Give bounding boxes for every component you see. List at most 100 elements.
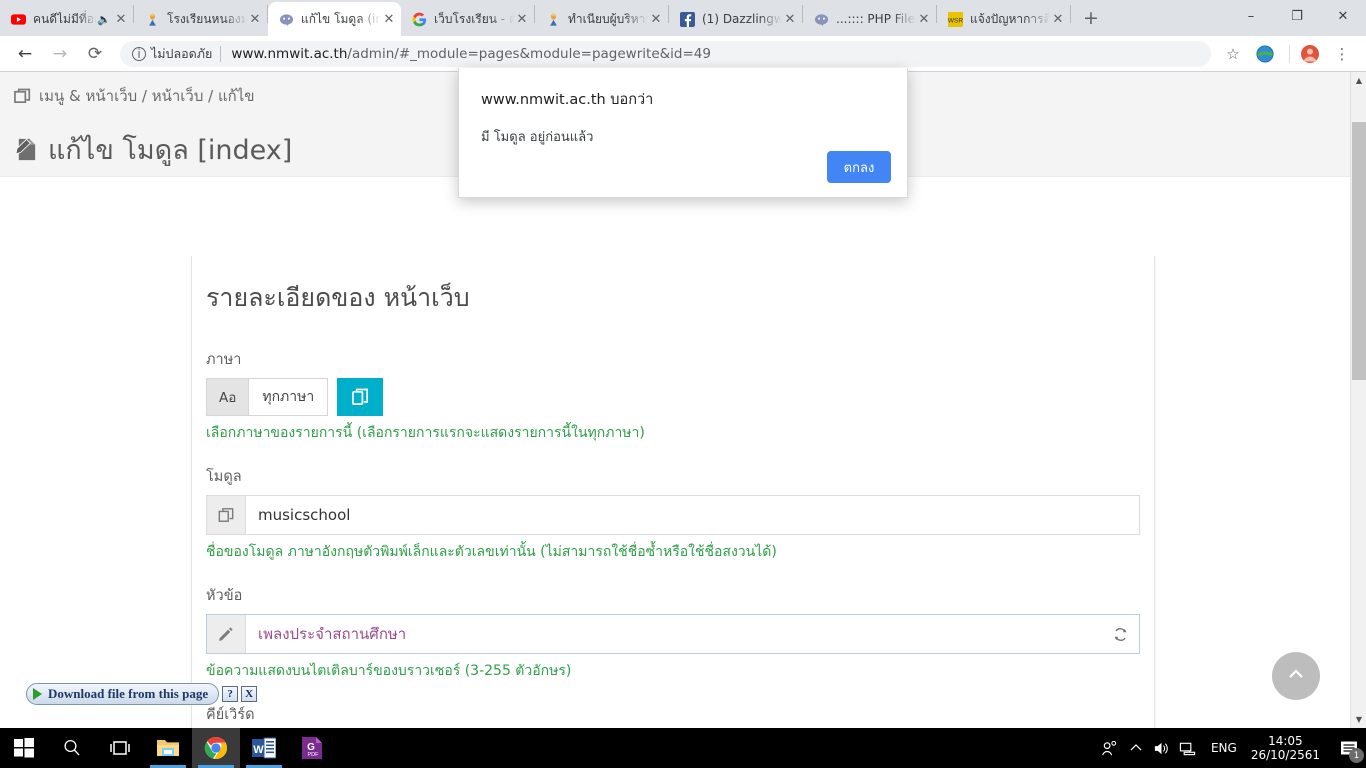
tab-close-icon[interactable]: ✕: [514, 11, 530, 27]
tab-close-icon[interactable]: ✕: [782, 11, 798, 27]
tab-mute-icon[interactable]: 🔈: [97, 13, 111, 26]
action-center-badge: 1: [1349, 748, 1364, 763]
window-controls: – ❐ ✕: [1228, 0, 1366, 32]
edit-page-icon: [14, 137, 39, 162]
maximize-button[interactable]: ❐: [1274, 0, 1320, 32]
svg-text:WSR: WSR: [948, 17, 963, 24]
page-scrollbar[interactable]: ▲ ▼: [1350, 72, 1366, 728]
browser-tab-1[interactable]: โรงเรียนหนองม่วง ✕: [134, 2, 267, 36]
system-tray: ENG 14:05 26/10/2561 1: [1097, 728, 1366, 768]
toolbar-divider: [1289, 44, 1290, 63]
module-input-row[interactable]: musicschool: [206, 495, 1140, 535]
show-hidden-icons-icon[interactable]: [1123, 728, 1149, 768]
reload-button[interactable]: ⟳: [80, 39, 110, 69]
idm-extension-icon[interactable]: [1251, 40, 1279, 68]
new-tab-button[interactable]: +: [1077, 4, 1105, 32]
scroll-up-arrow[interactable]: ▲: [1351, 72, 1366, 89]
browser-tab-2[interactable]: แก้ไข โมดูล (ind ✕: [268, 2, 401, 36]
download-file-label: Download file from this page: [48, 686, 209, 701]
url-text: www.nmwit.ac.th/admin/#_module=pages&mod…: [231, 46, 711, 62]
action-center-icon[interactable]: 1: [1332, 728, 1366, 768]
bookmark-star-icon[interactable]: ☆: [1219, 40, 1247, 68]
card-title: รายละเอียดของ หน้าเว็บ: [206, 283, 470, 312]
profile-avatar-icon[interactable]: [1296, 40, 1324, 68]
browser-tab-3[interactable]: เว็บโรงเรียน - ค้น ✕: [401, 2, 534, 36]
field-language: ภาษา Aอ ทุกภาษา เลือกภาษาของรายการนี้ (เ…: [206, 348, 1140, 444]
dialog-ok-button[interactable]: ตกลง: [827, 151, 891, 183]
clock[interactable]: 14:05 26/10/2561: [1247, 734, 1332, 762]
field-help-heading: ข้อความแสดงบนไตเติลบาร์ของบราวเซอร์ (3-2…: [206, 663, 572, 679]
google-icon: [411, 11, 427, 27]
people-icon[interactable]: [1097, 728, 1123, 768]
field-label-heading: หัวข้อ: [206, 588, 243, 604]
page-details-card: รายละเอียดของ หน้าเว็บ ภาษา Aอ ทุกภาษา เ…: [191, 256, 1155, 728]
volume-icon[interactable]: [1149, 728, 1175, 768]
field-label-language: ภาษา: [206, 352, 242, 368]
copy-icon[interactable]: [337, 378, 384, 416]
windows-start-icon[interactable]: [0, 728, 48, 768]
tab-close-icon[interactable]: ✕: [247, 11, 263, 27]
back-button[interactable]: ←: [10, 39, 40, 69]
dialog-title: www.nmwit.ac.th บอกว่า: [481, 92, 654, 108]
chrome-menu-icon[interactable]: ⋮: [1328, 40, 1356, 68]
field-label-module: โมดูล: [206, 469, 242, 485]
security-status-label: ไม่ปลอดภัย: [151, 45, 213, 61]
tab-close-icon[interactable]: ✕: [648, 11, 664, 27]
scroll-down-arrow[interactable]: ▼: [1351, 711, 1366, 728]
network-icon[interactable]: [1175, 728, 1201, 768]
tab-title: เว็บโรงเรียน - ค้น: [434, 11, 514, 26]
minimize-button[interactable]: –: [1228, 0, 1274, 32]
pdf-icon[interactable]: G PDF: [288, 728, 336, 768]
language-abbr-button[interactable]: Aอ: [206, 378, 250, 416]
search-icon[interactable]: [48, 728, 96, 768]
browser-tab-7[interactable]: WSR แจ้งปัญหาการติด ✕: [937, 2, 1070, 36]
address-bar[interactable]: i ไม่ปลอดภัย www.nmwit.ac.th/admin/#_mod…: [120, 40, 1211, 67]
keyboard-language-indicator[interactable]: ENG: [1201, 741, 1247, 755]
site-info-icon[interactable]: i: [132, 46, 146, 61]
scroll-to-top-button[interactable]: [1272, 652, 1320, 700]
language-all-button[interactable]: ทุกภาษา: [249, 378, 329, 416]
tab-title: (1) Dazzlingwh: [702, 12, 782, 26]
chrome-icon[interactable]: [192, 728, 240, 768]
omnibox-divider: [220, 45, 222, 62]
tab-close-icon[interactable]: ✕: [113, 11, 129, 27]
heading-input[interactable]: เพลงประจำสถานศึกษา: [246, 615, 1101, 653]
tab-close-icon[interactable]: ✕: [1050, 11, 1066, 27]
tab-title: โรงเรียนหนองม่วง: [167, 11, 247, 26]
field-module: โมดูล musicschool ชื่อของโมดูล ภาษาอังกฤ…: [206, 465, 1140, 563]
javascript-alert-dialog: www.nmwit.ac.th บอกว่า มี โมดูล อยู่ก่อน…: [458, 68, 908, 198]
youtube-icon: [10, 11, 26, 27]
browser-tab-0[interactable]: คนดีไม่มีที่อยู่ 🔈 ✕: [0, 2, 133, 36]
scrollbar-thumb[interactable]: [1352, 122, 1366, 380]
tab-title: ทำเนียบผู้บริหาร: [568, 11, 648, 26]
tab-close-icon[interactable]: ✕: [381, 11, 397, 27]
file-explorer-icon[interactable]: [144, 728, 192, 768]
field-help-module: ชื่อของโมดูล ภาษาอังกฤษตัวพิมพ์เล็กและตั…: [206, 544, 777, 560]
refresh-icon[interactable]: [1101, 615, 1139, 653]
module-input[interactable]: musicschool: [246, 496, 1139, 534]
download-close-button[interactable]: X: [241, 686, 258, 702]
heading-input-row[interactable]: เพลงประจำสถานศึกษา: [206, 614, 1140, 654]
download-file-widget[interactable]: Download file from this page ? X: [26, 683, 258, 705]
tab-title: แก้ไข โมดูล (ind: [301, 11, 381, 26]
clock-time: 14:05: [1268, 734, 1303, 748]
facebook-icon: [679, 11, 695, 27]
browser-tab-5[interactable]: (1) Dazzlingwh ✕: [669, 2, 802, 36]
tab-title: ...:::: PHP File M: [836, 12, 916, 26]
module-icon: [207, 496, 246, 534]
word-icon[interactable]: W: [240, 728, 288, 768]
tab-close-icon[interactable]: ✕: [916, 11, 932, 27]
browser-tab-4[interactable]: ทำเนียบผู้บริหาร ✕: [535, 2, 668, 36]
browser-tab-6[interactable]: ...:::: PHP File M ✕: [803, 2, 936, 36]
task-view-icon[interactable]: [96, 728, 144, 768]
pages-icon: [14, 88, 31, 105]
school-icon: [144, 11, 160, 27]
download-help-button[interactable]: ?: [222, 686, 239, 702]
forward-button[interactable]: →: [45, 39, 75, 69]
download-file-button[interactable]: Download file from this page: [26, 683, 220, 705]
close-window-button[interactable]: ✕: [1320, 0, 1366, 32]
windows-taskbar: W G PDF ENG 14:05 26/10/2561 1: [0, 728, 1366, 768]
elephant-icon: [278, 11, 294, 27]
field-heading: หัวข้อ เพลงประจำสถานศึกษา ข้อความแสดงบนไ…: [206, 584, 1140, 682]
pencil-icon: [207, 615, 246, 653]
